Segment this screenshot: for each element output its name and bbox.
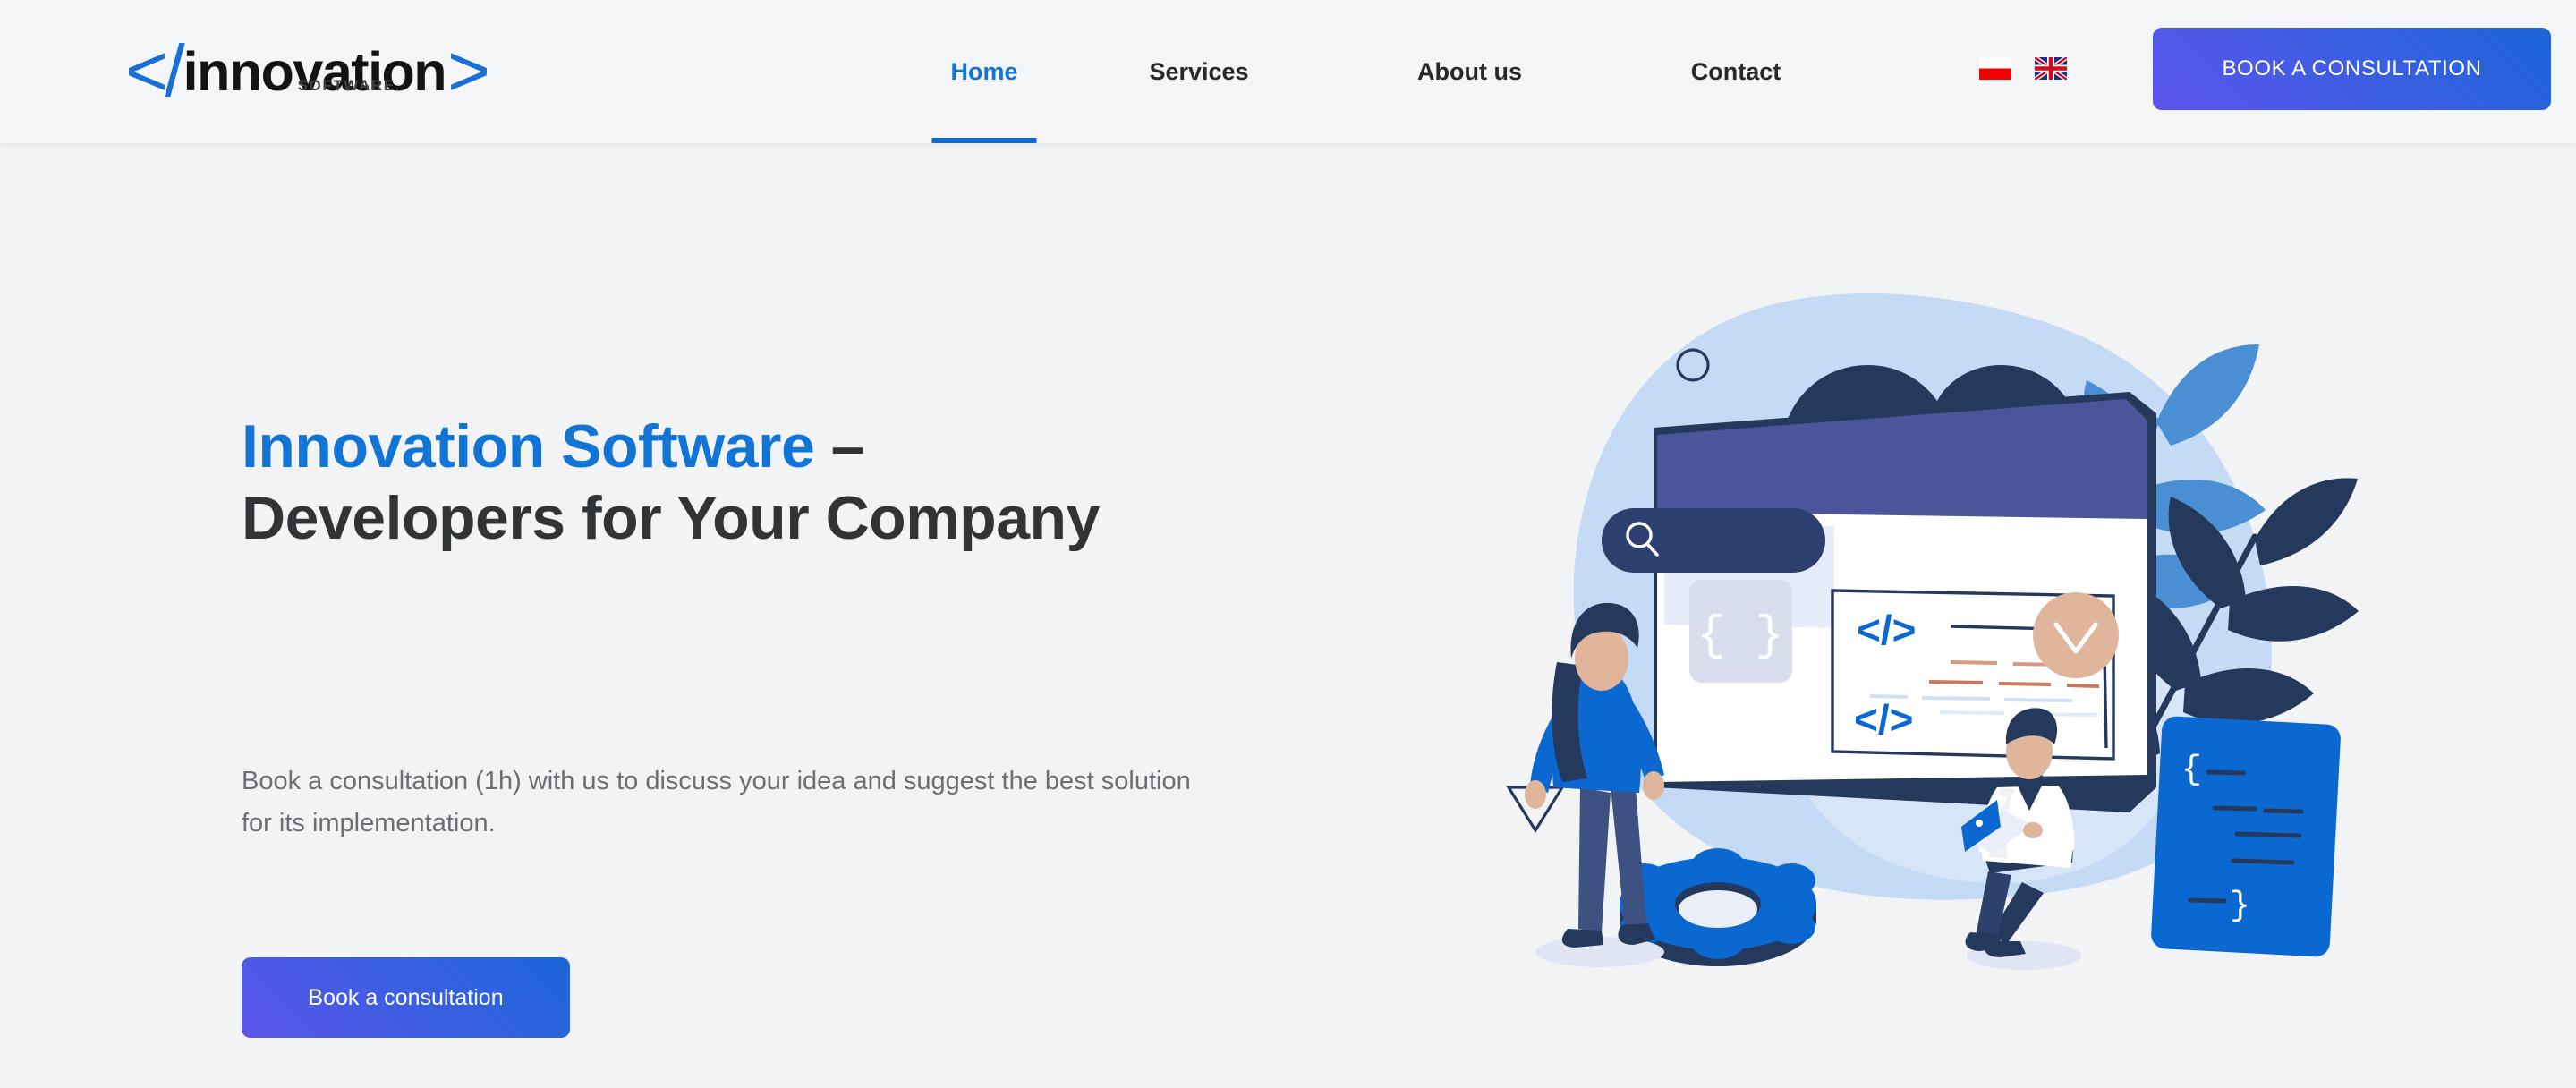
book-consultation-hero-button[interactable]: Book a consultation (242, 957, 570, 1038)
browser-window: { } </> </> (1602, 392, 2156, 812)
chevron-down-badge (2033, 592, 2119, 678)
svg-text:}: } (2230, 887, 2250, 925)
hero-illustration: { } </> </> {} (1450, 161, 2434, 1056)
page-title-accent: Innovation Software (242, 412, 815, 480)
nav-item-home-label: Home (950, 57, 1018, 85)
json-code-card: { } (2151, 716, 2341, 957)
nav-item-contact[interactable]: Contact (1606, 0, 1866, 143)
nav-item-about-us-label: About us (1417, 57, 1522, 85)
main-navigation: Home Services About us Contact (904, 0, 1866, 143)
book-consultation-header-label: BOOK A CONSULTATION (2222, 56, 2482, 81)
active-tab-indicator (931, 138, 1037, 143)
page-title: Innovation Software – Developers for You… (242, 412, 1136, 554)
code-tag-icon: </> (1857, 607, 1917, 653)
nav-item-services-label: Services (1149, 57, 1249, 85)
polish-flag-icon[interactable] (1979, 57, 2011, 80)
logo-wordmark: innovation SOFTWARE. (182, 44, 447, 99)
nav-item-services[interactable]: Services (1065, 0, 1333, 143)
english-flag-icon[interactable] (2035, 57, 2067, 80)
hero-section: Innovation Software – Developers for You… (0, 143, 2576, 1088)
logo-subtitle: SOFTWARE. (297, 76, 402, 94)
nav-item-home[interactable]: Home (904, 0, 1065, 143)
nav-item-about-us[interactable]: About us (1333, 0, 1606, 143)
book-consultation-header-button[interactable]: BOOK A CONSULTATION (2153, 28, 2551, 110)
hero-subtitle: Book a consultation (1h) with us to disc… (242, 767, 1191, 837)
curly-braces-tile: { } (1689, 580, 1792, 683)
book-consultation-hero-label: Book a consultation (308, 984, 504, 1010)
logo-open-bracket-icon: </ (125, 30, 185, 112)
code-tag-icon-2: </> (1854, 696, 1914, 743)
logo[interactable]: </ innovation SOFTWARE. > (125, 30, 573, 113)
svg-text:{ }: { } (1696, 609, 1783, 664)
site-header: </ innovation SOFTWARE. > Home Services … (0, 0, 2576, 143)
search-bar (1602, 508, 1825, 573)
nav-item-contact-label: Contact (1690, 57, 1781, 85)
logo-close-bracket-icon: > (447, 30, 490, 112)
language-switcher (1979, 57, 2067, 80)
svg-text:{: { (2181, 751, 2202, 789)
